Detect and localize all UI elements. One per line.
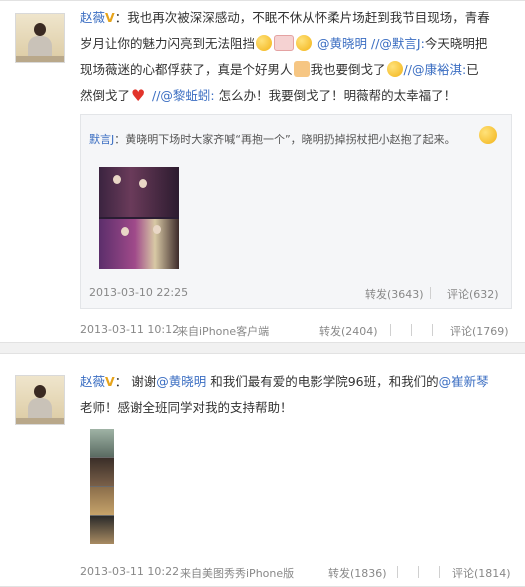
face-emoji-icon [296,35,313,51]
quoted-timestamp[interactable]: 2013-03-10 22:25 [89,286,188,299]
divider [411,324,412,336]
divider [439,566,440,578]
smile-emoji-icon [256,35,273,51]
love-eyes-emoji-icon [479,126,497,144]
weibo-post-2: 赵薇V： 谢谢@黄晓明 和我们最有爱的电影学院96班，和我们的@崔新琴 老师！感… [0,353,525,587]
avatar[interactable] [15,375,65,425]
divider [390,324,391,336]
quoted-author-link[interactable]: 默言J [89,133,114,146]
username-link[interactable]: 赵薇 [80,10,105,25]
post-text: 赵薇V： 谢谢@黄晓明 和我们最有爱的电影学院96班，和我们的@崔新琴 老师！感… [80,374,489,415]
repost-link[interactable]: 转发(2404) [319,323,378,339]
comment-link[interactable]: 评论(1814) [452,565,511,581]
mention-link[interactable]: //@黎蚯蚓: [152,88,215,103]
post-image[interactable] [99,167,179,269]
mention-link[interactable]: @黄晓明 [317,36,367,51]
quoted-post: 默言J：黄晓明下场时大家齐喊“再抱一个”，晓明扔掉拐杖把小赵抱了起来。 2013… [80,114,512,309]
weibo-post-1: 赵薇V：我也再次被深深感动，不眠不休从怀柔片场赶到我节目现场，青春 岁月让你的魅… [0,0,525,343]
mention-link[interactable]: @崔新琴 [439,374,489,389]
divider [430,287,431,299]
quoted-comment-link[interactable]: 评论(632) [447,286,499,302]
mention-link[interactable]: //@康裕淇: [404,62,467,77]
post-timestamp[interactable]: 2013-03-11 10:12 [80,323,179,336]
post-timestamp[interactable]: 2013-03-11 10:22 [80,565,179,578]
username-link[interactable]: 赵薇 [80,374,105,389]
post-image[interactable] [90,429,114,544]
quoted-repost-link[interactable]: 转发(3643) [365,286,424,302]
heart-emoji-icon [131,83,147,109]
hug-emoji-icon [274,35,295,51]
post-source[interactable]: 来自iPhone客户端 [177,323,269,339]
avatar[interactable] [15,13,65,63]
mention-link[interactable]: @黄晓明 [156,374,206,389]
comment-link[interactable]: 评论(1769) [450,323,509,339]
repost-link[interactable]: 转发(1836) [328,565,387,581]
post-divider [0,343,525,353]
thumbs-up-emoji-icon [293,61,310,77]
divider [432,324,433,336]
verified-badge-icon: V [105,10,115,25]
grin-emoji-icon [386,61,403,77]
mention-link[interactable]: //@默言J: [371,36,425,51]
divider [418,566,419,578]
verified-badge-icon: V [105,374,115,389]
post-text: 赵薇V：我也再次被深深感动，不眠不休从怀柔片场赶到我节目现场，青春 岁月让你的魅… [80,10,490,109]
quoted-text: 默言J：黄晓明下场时大家齐喊“再抱一个”，晓明扔掉拐杖把小赵抱了起来。 [89,133,456,146]
post-source[interactable]: 来自美图秀秀iPhone版 [180,565,294,581]
divider [397,566,398,578]
